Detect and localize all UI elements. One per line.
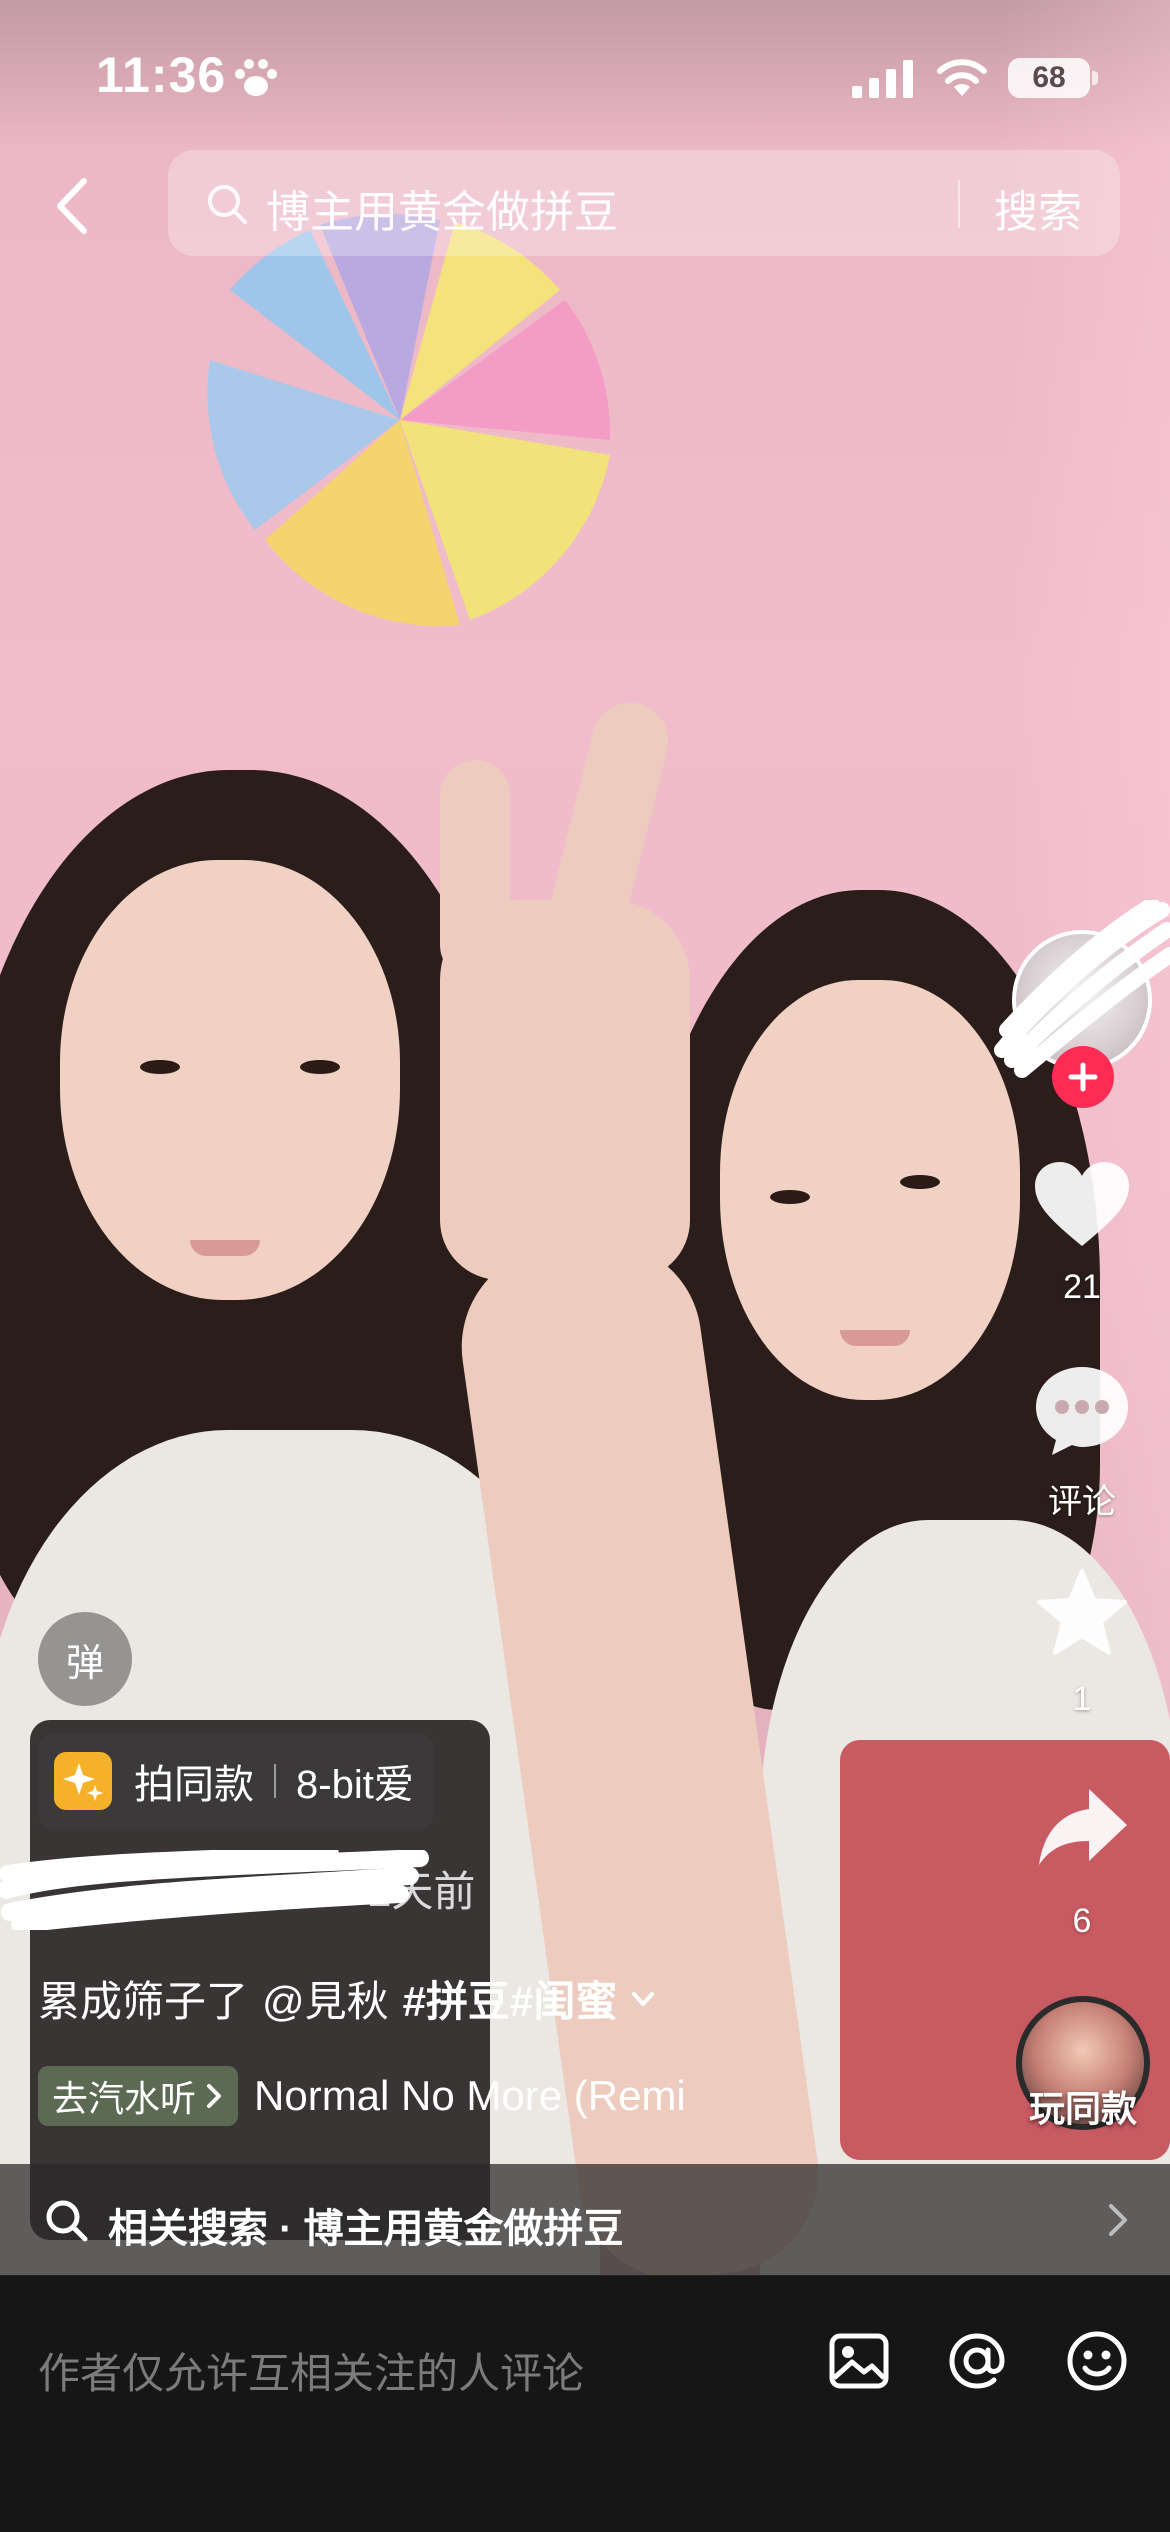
like-button[interactable] [1032,1158,1132,1250]
share-button[interactable] [1036,1784,1130,1870]
search-query[interactable]: 博主用黄金做拼豆 [266,176,618,240]
signal-icon [852,60,913,98]
sparkle-icon [54,1752,112,1810]
music-row[interactable]: 去汽水听 Normal No More (Remi [38,2064,686,2128]
music-source-label: 去汽水听 [52,2078,197,2119]
post-time: 2天前 [368,1868,476,1915]
video-frame[interactable] [0,0,1170,2275]
favorite-count: 1 [1072,1680,1092,1718]
music-title[interactable]: Normal No More (Remi [254,2072,686,2120]
caption-hashtags[interactable]: #拼豆#闺蜜 [403,1968,618,2029]
search-button[interactable]: 搜索 [994,176,1082,240]
video-caption[interactable]: 累成筛子了 @見秋 #拼豆#闺蜜 [38,1968,657,2029]
template-label: 拍同款 [134,1763,254,1807]
caption-mention[interactable]: @見秋 [262,1968,389,2029]
comment-bar[interactable]: 作者仅允许互相关注的人评论 [0,2276,1170,2532]
paw-icon [235,59,277,96]
search-divider [958,180,960,228]
status-bar: 11:36 68 [0,0,1170,150]
chip-divider [274,1764,276,1798]
related-search-text: 相关搜索 · 博主用黄金做拼豆 [108,2207,624,2251]
author-row[interactable]: 2天前 [0,1850,560,1930]
comment-label: 评论 [1048,1483,1116,1521]
emoji-icon[interactable] [1064,2328,1130,2394]
search-icon [208,185,247,224]
favorite-button[interactable] [1034,1566,1130,1658]
plus-icon [1068,1062,1098,1092]
battery-tip [1092,71,1098,85]
danmaku-toggle[interactable]: 弹 [38,1612,132,1706]
search-bar[interactable]: 博主用黄金做拼豆 搜索 [168,150,1120,256]
raised-finger [440,760,510,980]
search-icon [46,2200,88,2242]
status-time: 11:36 [96,47,227,103]
chevron-down-icon[interactable] [629,1985,657,2013]
chevron-right-icon [207,2084,222,2108]
image-icon[interactable] [826,2328,892,2394]
play-same-label[interactable]: 玩同款 [1010,2080,1156,2132]
like-count: 21 [1063,1268,1101,1306]
follow-button[interactable] [1052,1046,1114,1108]
battery-indicator: 68 [1008,58,1090,98]
back-button[interactable] [44,174,100,238]
heart-icon [1035,1162,1129,1246]
comment-icon [1036,1367,1128,1455]
wall-decoration [207,213,611,626]
star-icon [1037,1569,1127,1655]
share-count: 6 [1072,1902,1092,1940]
comment-button[interactable] [1030,1362,1134,1460]
back-icon [57,178,87,234]
related-search-bar[interactable]: 相关搜索 · 博主用黄金做拼豆 [0,2164,1170,2276]
share-icon [1039,1789,1127,1865]
chevron-right-icon [1109,2204,1127,2236]
template-chip[interactable]: 拍同款 8-bit爱 [38,1734,434,1828]
comment-input[interactable]: 作者仅允许互相关注的人评论 [38,2340,584,2401]
music-source-badge[interactable]: 去汽水听 [38,2066,239,2126]
at-icon[interactable] [944,2328,1010,2394]
caption-text: 累成筛子了 [38,1978,249,2025]
wifi-icon [937,59,987,96]
template-name: 8-bit爱 [296,1763,414,1807]
